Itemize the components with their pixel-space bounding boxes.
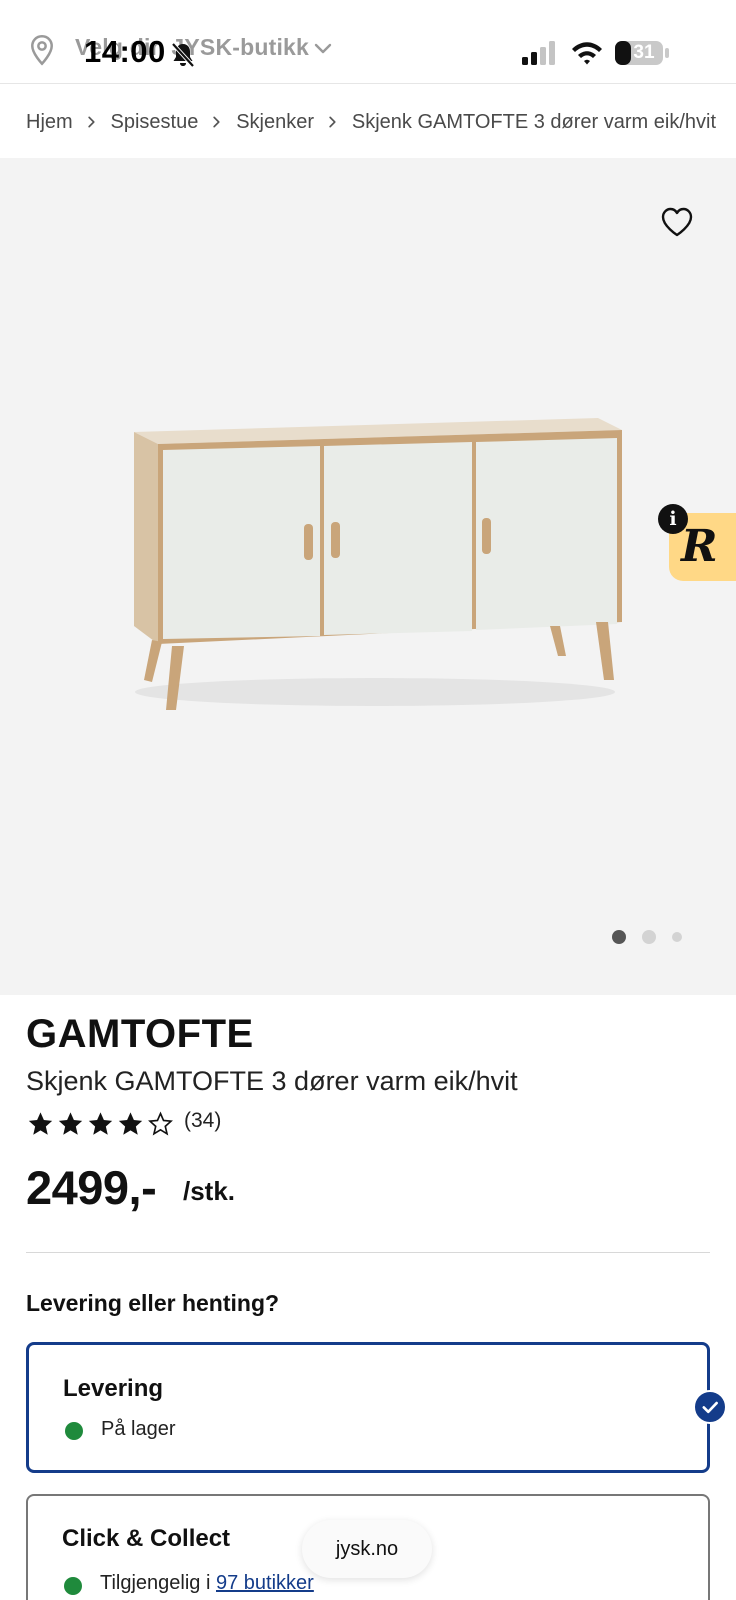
stock-status: På lager xyxy=(101,1418,176,1440)
wifi-icon xyxy=(572,42,602,65)
review-count[interactable]: (34) xyxy=(184,1109,221,1133)
star-filled-icon xyxy=(28,1112,53,1135)
info-icon[interactable]: i xyxy=(658,504,688,534)
star-filled-icon xyxy=(88,1112,113,1135)
bell-muted-icon xyxy=(171,42,195,68)
star-empty-icon xyxy=(148,1111,173,1136)
delivery-heading: Levering eller henting? xyxy=(26,1290,280,1316)
product-rating[interactable]: (34) xyxy=(26,1109,221,1138)
in-stock-dot-icon xyxy=(64,1577,82,1595)
divider xyxy=(26,1252,710,1253)
breadcrumb-item-home[interactable]: Hjem xyxy=(26,111,73,134)
in-stock-dot-icon xyxy=(65,1422,83,1440)
product-brand: GAMTOFTE xyxy=(26,1012,254,1056)
chevron-down-icon[interactable] xyxy=(312,38,334,60)
top-bar: Velg din JYSK-butikk 14:00 31 xyxy=(0,0,736,84)
check-icon xyxy=(693,1390,727,1424)
chevron-right-icon xyxy=(329,116,336,128)
location-pin-icon[interactable] xyxy=(28,34,56,66)
battery-level: 31 xyxy=(633,42,655,63)
delivery-option-title: Levering xyxy=(63,1375,164,1402)
star-filled-icon xyxy=(118,1112,143,1135)
store-availability: Tilgjengelig i 97 butikker xyxy=(100,1572,314,1595)
product-price: 2499,- xyxy=(26,1161,157,1214)
delivery-option-title: Click & Collect xyxy=(62,1525,231,1552)
star-filled-icon xyxy=(58,1112,83,1135)
delivery-option-levering[interactable]: Levering På lager xyxy=(26,1342,710,1473)
breadcrumb-item-dining[interactable]: Spisestue xyxy=(111,111,199,134)
gallery-dot-3[interactable] xyxy=(672,932,682,942)
reviews-logo-icon: R xyxy=(681,521,718,572)
breadcrumb-item-current: Skjenk GAMTOFTE 3 dører varm eik/hvit xyxy=(351,110,716,133)
browser-url-pill[interactable]: jysk.no xyxy=(302,1520,432,1578)
chevron-right-icon xyxy=(87,116,95,128)
price-unit: /stk. xyxy=(183,1176,236,1206)
store-availability-prefix: Tilgjengelig i xyxy=(100,1572,216,1594)
product-name: Skjenk GAMTOFTE 3 dører varm eik/hvit xyxy=(26,1066,518,1096)
cellular-signal-icon xyxy=(522,41,555,65)
product-image[interactable] xyxy=(110,400,640,730)
chevron-right-icon xyxy=(213,116,220,128)
breadcrumb: Hjem Spisestue Skjenker Skjenk GAMTOFTE … xyxy=(26,106,716,138)
gallery-dot-2[interactable] xyxy=(642,930,656,944)
breadcrumb-item-sideboards[interactable]: Skjenker xyxy=(236,111,314,134)
heart-icon[interactable] xyxy=(660,206,694,238)
status-time: 14:00 xyxy=(84,34,166,69)
store-count-link[interactable]: 97 butikker xyxy=(216,1572,314,1594)
gallery-pagination xyxy=(612,930,682,944)
gallery-dot-1[interactable] xyxy=(612,930,626,944)
